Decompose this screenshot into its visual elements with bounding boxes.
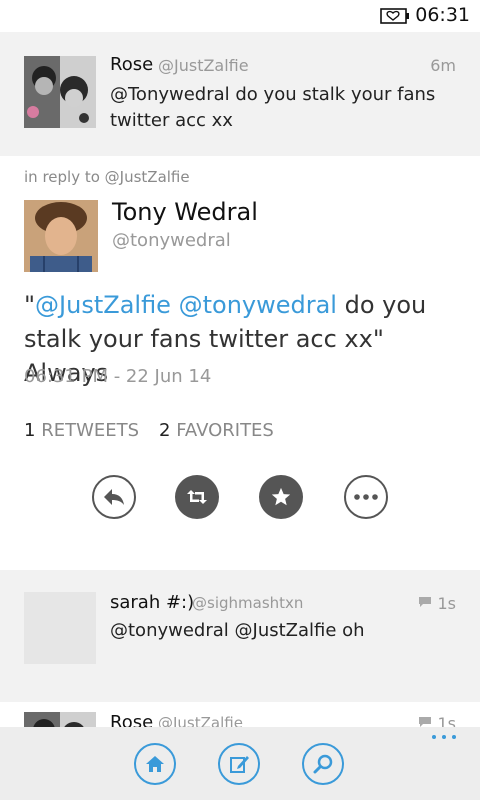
parent-text: @Tonywedral do you stalk your fans twitt… [110, 84, 436, 131]
more-options-button[interactable] [344, 475, 388, 519]
reply-name[interactable]: sarah #:) [110, 592, 194, 613]
dot-icon [432, 735, 436, 739]
retweet-icon [187, 490, 207, 504]
status-bar: 06:31 [0, 0, 480, 32]
parent-time: 6m [430, 56, 456, 75]
main-name[interactable]: Tony Wedral [112, 198, 258, 226]
reply-handle: @sighmashtxn [192, 594, 304, 612]
mention-justzalfie[interactable]: @JustZalfie [35, 291, 171, 319]
reply-to-label[interactable]: in reply to @JustZalfie [24, 168, 190, 186]
search-button[interactable] [302, 743, 344, 785]
reply-text: @tonywedral @JustZalfie oh [110, 620, 365, 641]
star-icon [271, 487, 291, 506]
parent-tweet[interactable]: Rose @JustZalfie 6m @Tonywedral do you s… [0, 32, 480, 156]
compose-button[interactable] [218, 743, 260, 785]
home-icon [146, 756, 164, 772]
favorites-label: FAVORITES [176, 420, 274, 441]
dot-icon [442, 735, 446, 739]
more-icon [354, 494, 378, 500]
favorite-button[interactable] [259, 475, 303, 519]
retweets-stat[interactable]: 1 RETWEETS [24, 420, 139, 441]
reply-tweet[interactable]: sarah #:) @sighmashtxn 1s @tonywedral @J… [0, 570, 480, 702]
search-icon [313, 754, 333, 774]
reply-button[interactable] [92, 475, 136, 519]
favorites-stat[interactable]: 2 FAVORITES [159, 420, 274, 441]
parent-name[interactable]: Rose [110, 54, 153, 75]
reply-icon [104, 489, 124, 505]
compose-icon [230, 756, 249, 773]
mention-tonywedral[interactable]: @tonywedral [179, 291, 337, 319]
favorites-count: 2 [159, 420, 171, 441]
parent-avatar[interactable] [24, 56, 96, 128]
parent-handle: @JustZalfie [158, 56, 249, 75]
app-bar-more-button[interactable] [432, 735, 456, 739]
quote-open: " [24, 291, 36, 319]
reply-time: 1s [437, 594, 456, 613]
tweet-date: 06:31 PM - 22 Jun 14 [24, 366, 212, 387]
retweets-count: 1 [24, 420, 36, 441]
tweet-stats: 1 RETWEETS 2 FAVORITES [24, 420, 274, 441]
status-time: 06:31 [415, 4, 470, 26]
app-bar [0, 727, 480, 800]
dot-icon [452, 735, 456, 739]
main-avatar[interactable] [24, 200, 98, 272]
battery-icon [380, 8, 409, 24]
retweet-button[interactable] [175, 475, 219, 519]
main-handle[interactable]: @tonywedral [112, 230, 231, 251]
reply-avatar[interactable] [24, 592, 96, 664]
home-button[interactable] [134, 743, 176, 785]
retweets-label: RETWEETS [41, 420, 140, 441]
reply-bubble-icon [419, 597, 431, 607]
